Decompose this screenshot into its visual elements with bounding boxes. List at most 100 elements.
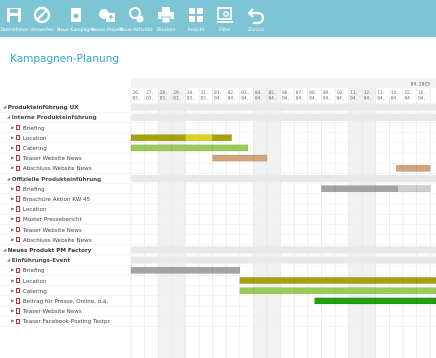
timeline-day-label: 02. xyxy=(228,90,236,96)
toolbar: Übernehmen Verwerfen Neue Kampagne Neues Pr… xyxy=(0,0,436,37)
toolbar-button-back[interactable]: Zurück xyxy=(240,0,272,37)
toolbar-button-print[interactable]: Drucken xyxy=(150,0,182,37)
task-row-label[interactable]: ▶ Broschüre Aktion KW 45 xyxy=(11,195,90,203)
task-row-label[interactable]: ◢ Neues Produkt PM Factory xyxy=(3,246,91,254)
gantt-bar-green[interactable] xyxy=(314,297,436,305)
task-name: Neues Produkt PM Factory xyxy=(7,248,92,254)
task-row-label[interactable]: ▶ Teaser Website News xyxy=(11,154,82,162)
expand-arrow-icon[interactable]: ▶ xyxy=(11,318,14,323)
task-name: Teaser Facebook-Posting Testpr xyxy=(22,319,110,326)
task-row-label[interactable]: ◢ Produkteinführung UX xyxy=(3,103,78,111)
expand-arrow-icon[interactable]: ▶ xyxy=(11,216,14,221)
expand-arrow-icon[interactable]: ▶ xyxy=(11,227,14,232)
view-icon xyxy=(189,8,203,22)
gantt-bar-gray[interactable] xyxy=(321,185,398,193)
gantt-bar-light_gray[interactable] xyxy=(397,185,431,193)
collapse-arrow-icon[interactable]: ◢ xyxy=(7,176,10,181)
weekend-column xyxy=(267,88,281,358)
task-name: Beitrag für Presse, Online, o.ä. xyxy=(22,299,109,305)
task-row-label[interactable]: ▶ Teaser Website News xyxy=(11,226,82,234)
collapse-arrow-icon[interactable]: ◢ xyxy=(7,114,10,119)
weekend-column xyxy=(253,88,267,358)
expand-arrow-icon[interactable]: ▶ xyxy=(11,135,14,140)
task-name: Briefing xyxy=(22,186,45,193)
toolbar-button-label: Verwerfen xyxy=(30,28,54,33)
timeline-day-label: 11. xyxy=(350,90,358,96)
toolbar-button-label: Übernehmen xyxy=(0,28,29,33)
timeline-month-of-day: 04. xyxy=(337,96,345,102)
toolbar-button-new-project[interactable]: Neues Projekt xyxy=(91,0,123,37)
expand-arrow-icon[interactable]: ▶ xyxy=(11,278,14,283)
expand-arrow-icon[interactable]: ▶ xyxy=(11,298,14,303)
expand-arrow-icon[interactable]: ▶ xyxy=(11,206,14,211)
gantt-bar-light_green[interactable] xyxy=(130,144,249,152)
timeline-day-label: 14. xyxy=(391,90,399,96)
gantt-bar-tan[interactable] xyxy=(212,154,268,162)
collapse-arrow-icon[interactable]: ◢ xyxy=(3,247,6,252)
task-row-label[interactable]: ◢ Interne Produkteinführung xyxy=(7,113,97,121)
expand-arrow-icon[interactable]: ▶ xyxy=(11,237,14,242)
toolbar-button-view[interactable]: Ansicht xyxy=(180,0,212,37)
task-row-label[interactable]: ▶ Briefing xyxy=(11,124,45,132)
gantt-bar-light_green[interactable] xyxy=(239,287,436,295)
gantt-bar-tan[interactable] xyxy=(395,164,431,172)
expand-arrow-icon[interactable]: ▶ xyxy=(11,145,14,150)
task-row-label[interactable]: ▶ Beitrag für Presse, Online, o.ä. xyxy=(11,297,108,305)
task-row-label[interactable]: ▶ Location xyxy=(11,277,47,285)
task-row-label[interactable]: ▶ Location xyxy=(11,205,47,213)
gantt-bar-olive[interactable] xyxy=(239,277,436,284)
task-row-label[interactable]: ◢ Offizielle Produkteinführung xyxy=(7,175,101,183)
calendar-task-icon xyxy=(15,236,21,243)
task-row-label[interactable]: ▶ Catering xyxy=(11,144,47,152)
toolbar-button-new-activity[interactable]: Neue Aktivität xyxy=(120,0,152,37)
timeline-month-of-day: 04. xyxy=(269,96,277,102)
expand-arrow-icon[interactable]: ▶ xyxy=(11,196,14,201)
timeline-day-label: 31. xyxy=(201,90,209,96)
task-name: Teaser Website News xyxy=(22,309,82,316)
task-row-label[interactable]: ▶ Location xyxy=(11,134,47,142)
gantt-bar-yellow[interactable] xyxy=(185,134,213,142)
toolbar-button-cancel[interactable]: Verwerfen xyxy=(26,0,58,37)
summary-row-band xyxy=(131,174,436,183)
collapse-arrow-icon[interactable]: ◢ xyxy=(3,104,6,109)
expand-arrow-icon[interactable]: ▶ xyxy=(11,308,14,313)
weekend-column xyxy=(348,88,363,358)
calendar-task-icon xyxy=(15,287,21,294)
expand-arrow-icon[interactable]: ▶ xyxy=(11,267,14,272)
expand-arrow-icon[interactable]: ▶ xyxy=(11,288,14,293)
weekend-column xyxy=(158,88,172,358)
timeline-month-of-day: 04. xyxy=(418,96,426,102)
task-row-label[interactable]: ◢ Einführungs-Event xyxy=(7,256,70,264)
gantt-bar-gray[interactable] xyxy=(130,266,241,274)
expand-arrow-icon[interactable]: ▶ xyxy=(11,165,14,170)
calendar-task-icon xyxy=(15,196,21,202)
calendar-task-icon xyxy=(15,155,21,161)
task-name: Broschüre Aktion KW 45 xyxy=(22,197,91,203)
expand-arrow-icon[interactable]: ▶ xyxy=(11,125,14,130)
toolbar-button-label: Neues Projekt xyxy=(91,28,123,33)
expand-arrow-icon[interactable]: ▶ xyxy=(11,186,14,191)
task-row-label[interactable]: ▶ Abschluss Website News xyxy=(11,236,92,244)
toolbar-button-label: Ansicht xyxy=(187,28,205,33)
task-name: Abschluss Website News xyxy=(22,237,92,244)
task-row-label[interactable]: ▶ Abschluss Website News xyxy=(11,164,92,172)
toolbar-button-new-campaign[interactable]: Neue Kampagne xyxy=(57,0,95,37)
task-row-label[interactable]: ▶ Briefing xyxy=(11,185,45,193)
task-row-label[interactable]: ▶ Catering xyxy=(11,287,47,295)
task-row-label[interactable]: ▶ Muster Pressebericht xyxy=(11,215,82,223)
task-row-label[interactable]: ▶ Teaser Facebook-Posting Testpr xyxy=(11,317,110,325)
task-name: Interne Produkteinführung xyxy=(11,115,97,122)
collapse-arrow-icon[interactable]: ◢ xyxy=(7,257,10,262)
task-row-label[interactable]: ▶ Briefing xyxy=(11,266,45,274)
timeline-day-label: 15. xyxy=(405,90,413,96)
toolbar-button-filter[interactable]: Filter xyxy=(209,0,241,37)
task-name: Catering xyxy=(22,146,47,152)
gantt-bar-olive[interactable] xyxy=(212,134,232,142)
timeline-month-of-day: 04. xyxy=(296,96,304,102)
timeline-day-label: 16. xyxy=(418,90,426,96)
task-row-label[interactable]: ▶ Teaser Website News xyxy=(11,307,82,315)
task-name: Location xyxy=(22,135,47,142)
expand-arrow-icon[interactable]: ▶ xyxy=(11,155,14,160)
timeline-day-label: 12. xyxy=(364,90,372,96)
gantt-bar-olive[interactable] xyxy=(130,134,186,142)
